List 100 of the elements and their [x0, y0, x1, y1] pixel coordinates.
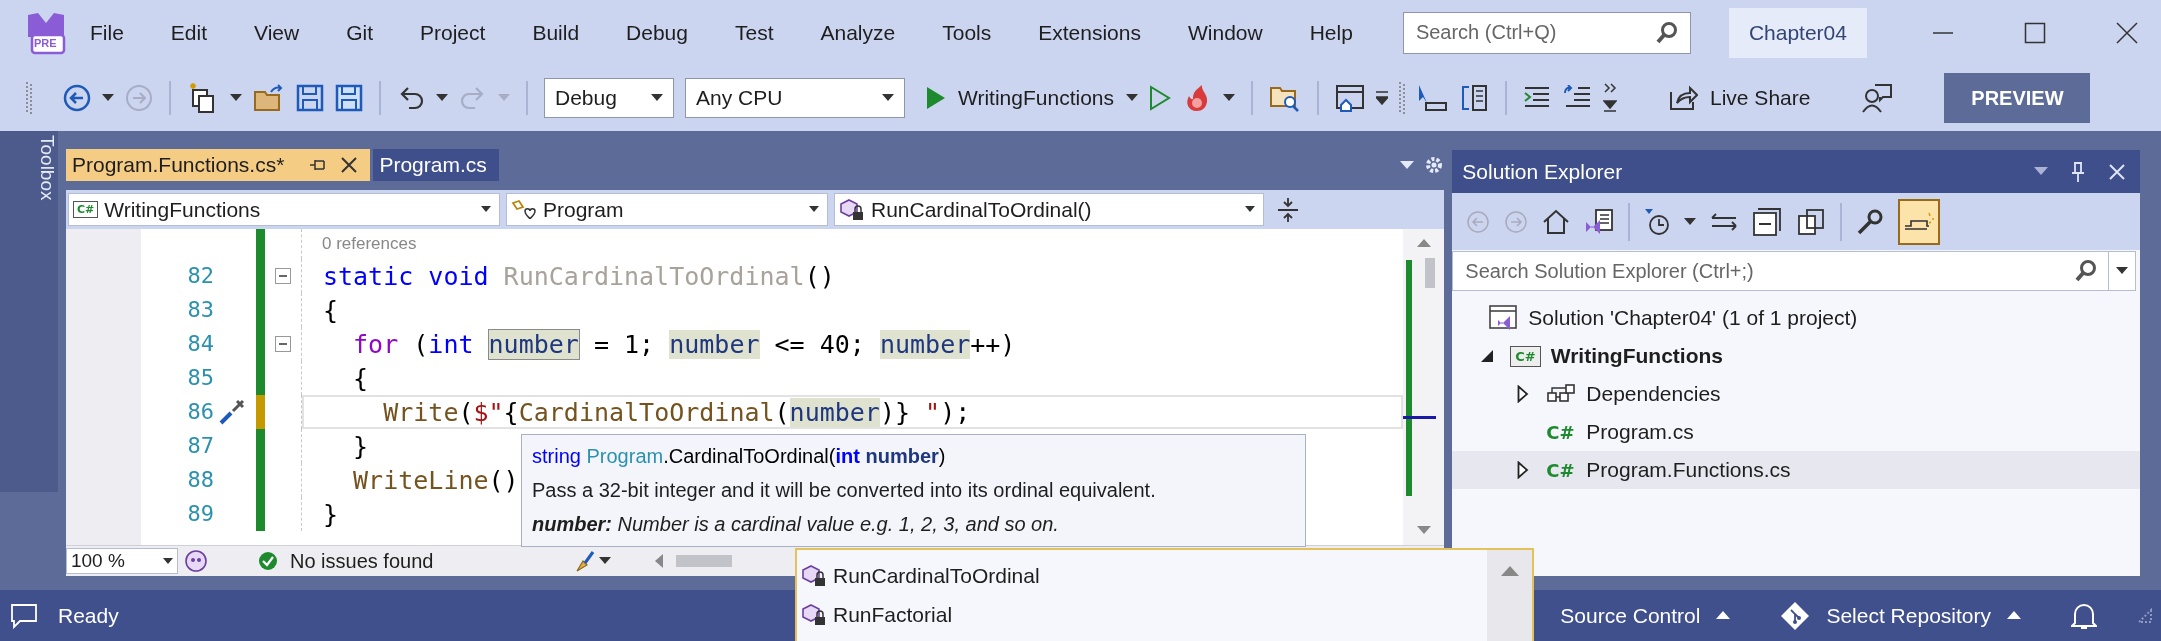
vertical-scrollbar[interactable]	[1403, 229, 1445, 545]
menu-item[interactable]: Extensions	[1038, 20, 1141, 45]
expand-icon[interactable]	[1517, 385, 1530, 403]
caret-icon[interactable]	[599, 557, 612, 565]
pin-icon[interactable]	[2070, 160, 2086, 183]
menu-item[interactable]: Test	[734, 20, 774, 45]
swap-icon[interactable]	[1459, 83, 1489, 113]
close-icon[interactable]	[2114, 20, 2139, 45]
overflow-icon[interactable]	[1603, 83, 1617, 113]
menu-item[interactable]: File	[90, 20, 124, 45]
code-line: WriteLine()	[352, 465, 519, 495]
chat-icon[interactable]	[10, 602, 38, 629]
editor-tab[interactable]: Program.cs	[373, 149, 499, 181]
member-list-item[interactable]: RunCardinalToOrdinal	[797, 556, 1487, 595]
menu-item[interactable]: Build	[532, 20, 580, 45]
tree-item[interactable]: C# WritingFunctions	[1452, 337, 2140, 375]
project-dropdown[interactable]: C# WritingFunctions	[67, 193, 500, 226]
folder-search-icon[interactable]	[1269, 84, 1301, 112]
caret-icon[interactable]	[1376, 91, 1388, 105]
caret-icon[interactable]	[1684, 217, 1697, 226]
menu-item[interactable]: Debug	[626, 20, 688, 45]
panel-title: Solution Explorer	[1462, 159, 1623, 184]
sync-arrows-icon[interactable]	[1710, 210, 1739, 233]
save-icon[interactable]	[296, 84, 324, 112]
search-field[interactable]: Search Solution Explorer (Ctrl+;)	[1452, 251, 2109, 291]
collapse-icon[interactable]	[274, 268, 291, 284]
scroll-thumb[interactable]	[1425, 258, 1436, 288]
caret-icon[interactable]	[436, 94, 448, 102]
window-home-icon[interactable]	[1335, 83, 1365, 113]
issues-status[interactable]: No issues found	[289, 549, 434, 573]
collapse-all-icon[interactable]	[1752, 206, 1783, 237]
line-number: 89	[186, 500, 214, 528]
start-button[interactable]: WritingFunctions	[916, 86, 1138, 110]
history-filter-icon[interactable]	[1644, 207, 1671, 236]
member-list-item[interactable]: RunFactorial	[797, 595, 1487, 634]
scroll-left-icon[interactable]	[655, 554, 665, 568]
popup-scrollbar[interactable]	[1487, 550, 1532, 641]
reference-count-link[interactable]: 0 references	[321, 234, 417, 254]
expand-icon[interactable]	[1517, 461, 1530, 479]
caret-icon	[162, 557, 173, 565]
live-share-button[interactable]: Live Share	[1668, 84, 1811, 112]
caret-icon[interactable]	[1223, 94, 1235, 102]
play-outline-icon[interactable]	[1149, 85, 1171, 111]
save-all-icon[interactable]	[335, 84, 363, 112]
caret-icon	[1126, 94, 1138, 102]
type-dropdown[interactable]: Program	[505, 193, 828, 226]
expanded-icon[interactable]	[1480, 349, 1495, 363]
copy-windows-icon[interactable]	[1796, 206, 1827, 237]
code-line: }	[322, 499, 339, 529]
private-method-icon	[838, 197, 865, 222]
menu-item[interactable]: Edit	[170, 20, 208, 45]
menu-item[interactable]: Git	[346, 20, 373, 45]
menu-item[interactable]: View	[254, 20, 300, 45]
tree-item[interactable]: Solution 'Chapter04' (1 of 1 project)	[1452, 299, 2140, 337]
line-number: 84	[186, 330, 214, 358]
resize-grip-icon[interactable]	[2137, 607, 2153, 624]
maximize-icon[interactable]	[2022, 20, 2047, 45]
wrench-icon[interactable]	[1856, 207, 1885, 236]
split-icon[interactable]	[1275, 196, 1300, 223]
search-options-dropdown[interactable]	[2109, 251, 2136, 291]
parameter-description: number: Number is a cardinal value e.g. 1, 2, 3, and so on.	[532, 513, 1060, 537]
caret-icon[interactable]	[102, 94, 114, 102]
tree-item[interactable]: C# Program.Functions.cs	[1452, 451, 2140, 489]
open-folder-icon[interactable]	[253, 84, 285, 112]
line-number: 86	[186, 398, 214, 426]
caret-icon	[882, 94, 894, 102]
menu-item[interactable]: Analyze	[820, 20, 896, 45]
person-feedback-icon[interactable]	[1861, 83, 1894, 113]
configuration-dropdown[interactable]: Debug	[544, 78, 674, 118]
search-field[interactable]: Search (Ctrl+Q)	[1402, 11, 1691, 54]
close-icon[interactable]	[340, 156, 359, 174]
collapse-icon[interactable]	[274, 336, 291, 352]
tree-item[interactable]: C# Program.cs	[1452, 413, 2140, 451]
source-control-button[interactable]: Source Control	[1560, 603, 1731, 628]
select-repository-button[interactable]: Select Repository	[1780, 600, 2021, 631]
scroll-up-icon[interactable]	[1500, 566, 1519, 576]
menu-item[interactable]: Project	[420, 20, 486, 45]
scroll-up-icon[interactable]	[1416, 239, 1431, 248]
zoom-dropdown[interactable]: 100 %	[65, 548, 178, 574]
platform-dropdown[interactable]: Any CPU	[685, 78, 905, 118]
preview-button[interactable]: PREVIEW	[1944, 73, 2091, 123]
horizontal-scrollbar[interactable]	[676, 555, 733, 567]
editor-tab[interactable]: Program.Functions.cs*	[65, 149, 371, 181]
menu-item[interactable]: Tools	[942, 20, 992, 45]
scroll-down-icon[interactable]	[1416, 526, 1431, 535]
switch-views-icon[interactable]	[1584, 207, 1615, 236]
menu-item[interactable]: Window	[1187, 20, 1263, 45]
method-summary: Pass a 32-bit integer and it will be converted into its ordinal equivalent.	[532, 479, 1157, 502]
menu-item[interactable]: Help	[1309, 20, 1353, 45]
tree-item[interactable]: Dependencies	[1452, 375, 2140, 413]
preview-toggle[interactable]	[1898, 198, 1941, 245]
line-number: 88	[186, 466, 214, 494]
caret-icon	[1244, 206, 1255, 213]
home-icon[interactable]	[1542, 208, 1571, 235]
settings-icon[interactable]	[1424, 155, 1445, 175]
caret-icon[interactable]	[230, 94, 242, 102]
cursor-icon[interactable]	[1416, 83, 1448, 113]
back-icon[interactable]	[63, 84, 91, 112]
member-dropdown[interactable]: RunCardinalToOrdinal()	[833, 193, 1264, 226]
code-line: {	[352, 363, 369, 393]
